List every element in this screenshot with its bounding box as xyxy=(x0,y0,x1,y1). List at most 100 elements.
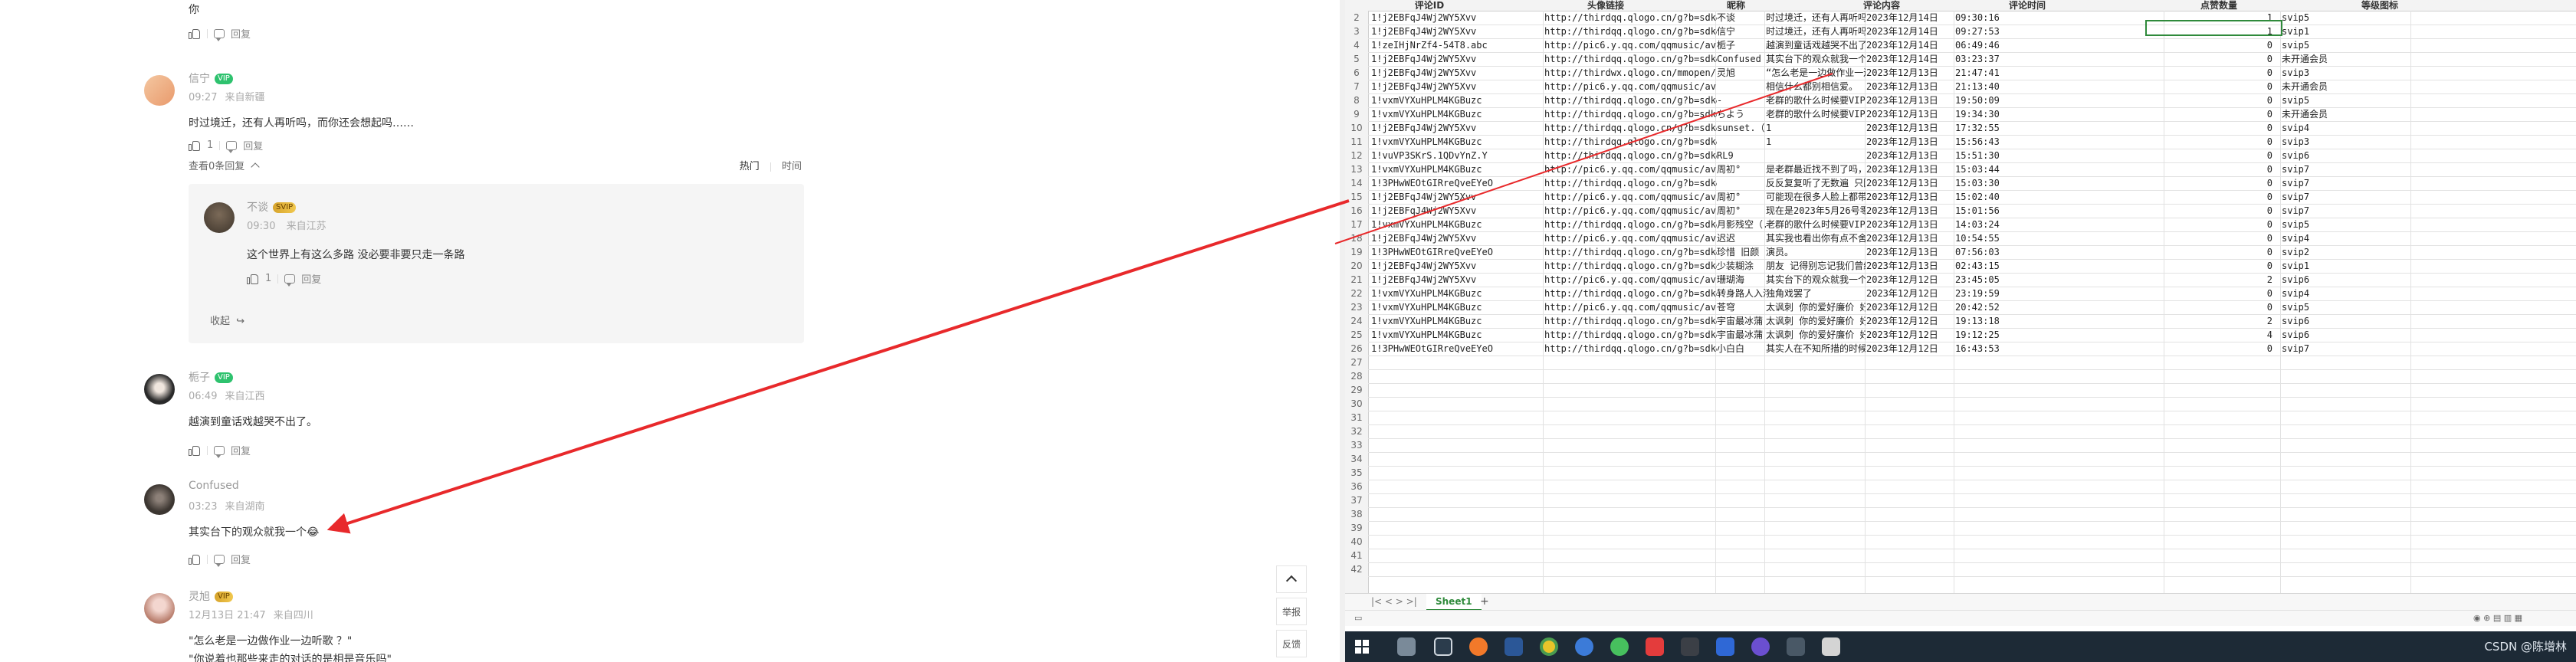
table-cell[interactable]: http://thirdqq.qlogo.cn/g?b=sdk&k xyxy=(1544,121,1717,135)
table-cell[interactable]: http://thirdqq.qlogo.cn/g?b=sdk&k xyxy=(1544,52,1717,66)
table-cell[interactable]: 迟迟 xyxy=(1717,231,1766,245)
table-cell[interactable]: 19:12:25 xyxy=(1955,328,2062,342)
table-cell[interactable]: http://pic6.y.qq.com/qqmusic/av xyxy=(1544,38,1717,52)
table-cell[interactable]: 可能现在很多人脸上都带着面具吧，生活平 xyxy=(1766,190,1866,204)
table-cell[interactable]: Confused xyxy=(1717,52,1766,66)
table-cell[interactable]: 其实我也看出你有点不舍 xyxy=(1766,231,1866,245)
table-cell[interactable]: 2023年12月13日 xyxy=(1866,80,1955,93)
reply-button[interactable]: 回复 xyxy=(231,26,251,41)
table-cell[interactable]: 03:23:37 xyxy=(1955,52,2062,66)
table-cell[interactable]: 0 xyxy=(2165,287,2272,300)
column-header[interactable]: 评论内容 xyxy=(1805,0,1958,11)
table-cell[interactable]: 珊瑚海 xyxy=(1717,273,1766,287)
table-cell[interactable]: 15:51:30 xyxy=(1955,149,2062,162)
reply-icon[interactable] xyxy=(226,140,238,153)
table-cell[interactable]: 1!j2EBFqJ4Wj2WY5Xvv xyxy=(1371,66,1544,80)
row-number[interactable]: 10 xyxy=(1345,121,1368,135)
table-cell[interactable]: 1!j2EBFqJ4Wj2WY5Xvv xyxy=(1371,11,1544,25)
row-number[interactable]: 35 xyxy=(1345,466,1368,480)
table-cell[interactable]: http://pic6.y.qq.com/qqmusic/av xyxy=(1544,190,1717,204)
notepad-icon[interactable] xyxy=(1822,637,1840,656)
row-number[interactable]: 3 xyxy=(1345,25,1368,38)
row-number[interactable]: 33 xyxy=(1345,438,1368,452)
table-cell[interactable]: 1!3PHwWEOtGIRreQveEYeO xyxy=(1371,176,1544,190)
row-number[interactable]: 22 xyxy=(1345,287,1368,300)
task-view-icon[interactable] xyxy=(1397,637,1416,656)
column-header[interactable]: 头像链接 xyxy=(1544,0,1667,11)
table-cell[interactable]: http://thirdqq.qlogo.cn/g?b=sdk&k xyxy=(1544,93,1717,107)
table-cell[interactable]: 19:13:18 xyxy=(1955,314,2062,328)
table-cell[interactable]: 2023年12月12日 xyxy=(1866,273,1955,287)
table-cell[interactable]: 1!vxmVYXuHPLM4KGBuzc xyxy=(1371,93,1544,107)
table-cell[interactable]: 16:43:53 xyxy=(1955,342,2062,356)
table-cell[interactable]: 0 xyxy=(2165,342,2272,356)
row-number[interactable]: 38 xyxy=(1345,507,1368,521)
table-cell[interactable]: 1!vxmVYXuHPLM4KGBuzc xyxy=(1371,314,1544,328)
row-number[interactable]: 37 xyxy=(1345,493,1368,507)
row-number[interactable]: 39 xyxy=(1345,521,1368,535)
table-cell[interactable]: 周初° xyxy=(1717,162,1766,176)
table-cell[interactable]: 0 xyxy=(2165,107,2272,121)
table-cell[interactable]: 朋友 记得别忘记我们曾经怎么说过一句话的 xyxy=(1766,259,1866,273)
row-number[interactable]: 12 xyxy=(1345,149,1368,162)
table-cell[interactable]: 老群的歌什么时候要VIP了 xyxy=(1766,218,1866,231)
table-cell[interactable]: svip7 xyxy=(2282,162,2404,176)
table-cell[interactable]: http://pic6.y.qq.com/qqmusic/av xyxy=(1544,231,1717,245)
sort-hot-tab[interactable]: 热门 xyxy=(740,161,760,172)
row-number[interactable]: 23 xyxy=(1345,300,1368,314)
row-number[interactable]: 27 xyxy=(1345,356,1368,369)
table-cell[interactable]: 2023年12月13日 xyxy=(1866,190,1955,204)
table-cell[interactable]: svip2 xyxy=(2282,245,2404,259)
table-cell[interactable]: 0 xyxy=(2165,80,2272,93)
like-icon[interactable] xyxy=(189,445,201,456)
row-number[interactable]: 2 xyxy=(1345,11,1368,25)
like-icon[interactable] xyxy=(189,28,201,39)
table-cell[interactable]: 2023年12月13日 xyxy=(1866,259,1955,273)
row-number[interactable]: 29 xyxy=(1345,383,1368,397)
table-cell[interactable]: svip1 xyxy=(2282,25,2404,38)
table-cell[interactable]: 09:27:53 xyxy=(1955,25,2062,38)
macro-icon[interactable]: ▭ xyxy=(1354,613,1362,623)
table-cell[interactable]: 宇宙最冰蒲 xyxy=(1717,314,1766,328)
table-cell[interactable]: 未开通会员 xyxy=(2282,107,2404,121)
reply-button[interactable]: 回复 xyxy=(231,552,251,566)
table-cell[interactable]: 周初° xyxy=(1717,190,1766,204)
table-cell[interactable]: svip4 xyxy=(2282,287,2404,300)
row-number[interactable]: 11 xyxy=(1345,135,1368,149)
row-number[interactable]: 36 xyxy=(1345,480,1368,493)
table-cell[interactable]: svip6 xyxy=(2282,149,2404,162)
table-cell[interactable]: svip3 xyxy=(2282,135,2404,149)
table-cell[interactable]: svip5 xyxy=(2282,38,2404,52)
table-cell[interactable]: 2023年12月12日 xyxy=(1866,300,1955,314)
chevron-up-icon[interactable] xyxy=(251,162,261,172)
column-header[interactable]: 昵称 xyxy=(1705,0,1767,11)
row-number[interactable]: 4 xyxy=(1345,38,1368,52)
table-cell[interactable]: http://thirdqq.qlogo.cn/g?b=sdk&k xyxy=(1544,149,1717,162)
table-cell[interactable]: 1!vuVP3SKrS.1QDvYnZ.Y xyxy=(1371,149,1544,162)
chrome-icon[interactable] xyxy=(1540,637,1558,656)
row-number[interactable]: 14 xyxy=(1345,176,1368,190)
table-cell[interactable]: 07:56:03 xyxy=(1955,245,2062,259)
table-cell[interactable]: 转身路人入海 xyxy=(1717,287,1766,300)
table-cell[interactable]: 0 xyxy=(2165,231,2272,245)
table-cell[interactable]: 0 xyxy=(2165,149,2272,162)
table-cell[interactable]: 少装糊涂 xyxy=(1717,259,1766,273)
table-cell[interactable]: 0 xyxy=(2165,259,2272,273)
table-cell[interactable]: 1!3PHwWEOtGIRreQveEYeO xyxy=(1371,342,1544,356)
firefox-icon[interactable] xyxy=(1469,637,1488,656)
table-cell[interactable]: 1!j2EBFqJ4Wj2WY5Xvv xyxy=(1371,80,1544,93)
table-cell[interactable]: 2023年12月13日 xyxy=(1866,93,1955,107)
table-cell[interactable]: RL9 xyxy=(1717,149,1766,162)
table-cell[interactable]: 21:13:40 xyxy=(1955,80,2062,93)
table-cell[interactable]: http://thirdqq.qlogo.cn/g?b=sdk&k xyxy=(1544,328,1717,342)
table-cell[interactable]: 未开通会员 xyxy=(2282,80,2404,93)
column-header[interactable]: 评论ID xyxy=(1368,0,1491,11)
row-number[interactable]: 19 xyxy=(1345,245,1368,259)
table-cell[interactable]: 0 xyxy=(2165,245,2272,259)
table-cell[interactable]: 珍惜 旧颜 xyxy=(1717,245,1766,259)
table-cell[interactable]: svip6 xyxy=(2282,328,2404,342)
reply-button[interactable]: 回复 xyxy=(243,138,263,152)
table-cell[interactable]: 1!vxmVYXuHPLM4KGBuzc xyxy=(1371,218,1544,231)
reply-username[interactable]: 不谈 xyxy=(247,202,268,214)
avatar[interactable] xyxy=(144,75,175,106)
